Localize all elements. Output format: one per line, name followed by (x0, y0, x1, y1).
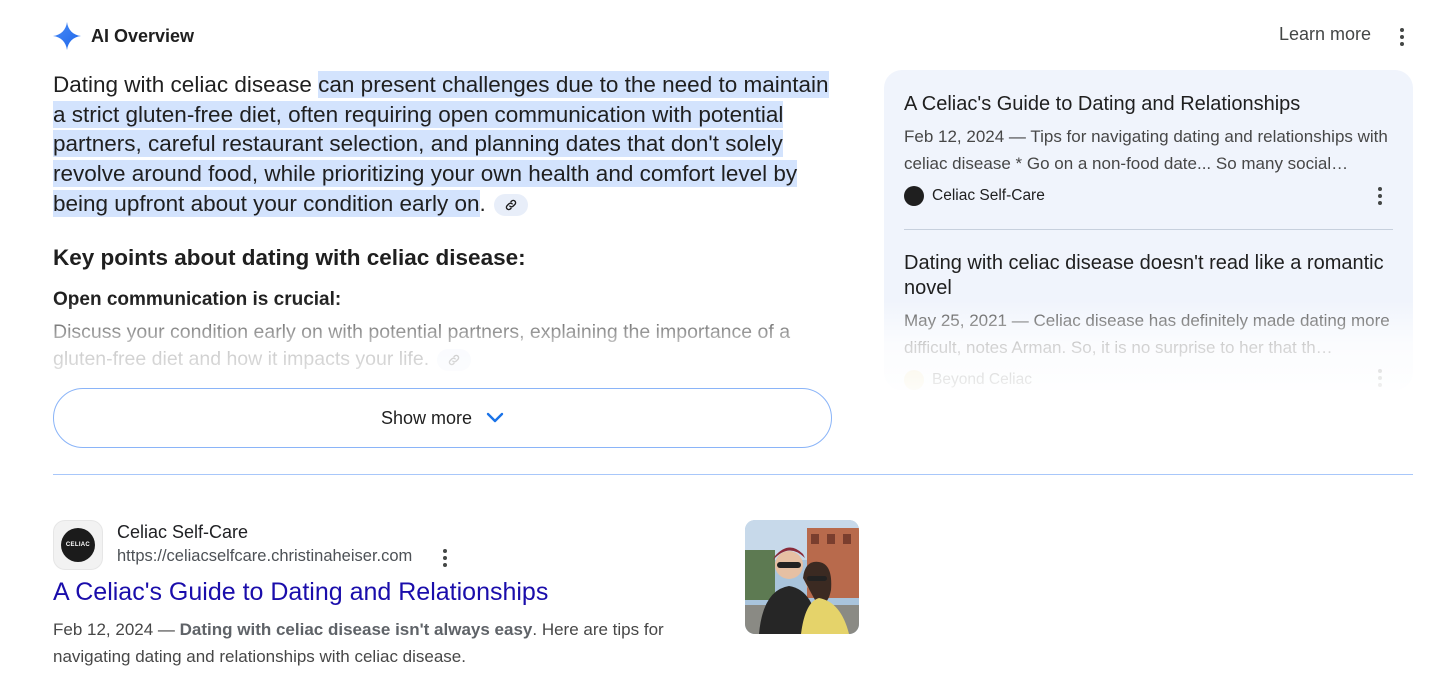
overview-end: . (479, 190, 486, 216)
overview-paragraph: Dating with celiac disease can present c… (53, 70, 843, 219)
source-card[interactable]: Dating with celiac disease doesn't read … (904, 251, 1393, 390)
result-thumbnail[interactable] (745, 520, 859, 634)
result-title-link[interactable]: A Celiac's Guide to Dating and Relations… (53, 578, 548, 607)
source-snippet: May 25, 2021 — Celiac disease has defini… (904, 311, 1390, 357)
citation-link-button[interactable] (437, 348, 472, 371)
site-favicon (904, 370, 924, 390)
source-site: Beyond Celiac (932, 371, 1032, 388)
show-more-label: Show more (380, 407, 473, 428)
result-url[interactable]: https://celiacselfcare.christinaheiser.c… (117, 547, 412, 566)
point-text-body: Discuss your condition early on with pot… (53, 321, 791, 370)
link-icon (505, 199, 517, 211)
point-title: Open communication is crucial: (53, 289, 342, 310)
result-dash: — (153, 620, 180, 639)
result-site-name[interactable]: Celiac Self-Care (117, 522, 248, 543)
sources-panel: A Celiac's Guide to Dating and Relations… (884, 70, 1413, 390)
key-points-heading: Key points about dating with celiac dise… (53, 245, 526, 270)
learn-more-link[interactable]: Learn more (1279, 24, 1371, 45)
section-divider (53, 474, 1413, 475)
more-vert-icon[interactable] (1394, 26, 1410, 48)
point-text: Discuss your condition early on with pot… (53, 319, 843, 373)
result-snippet-bold: Dating with celiac disease isn't always … (179, 620, 533, 639)
more-vert-icon[interactable] (1372, 186, 1388, 206)
gemini-sparkle-icon (53, 22, 81, 50)
more-vert-icon[interactable] (1372, 368, 1388, 388)
link-icon (448, 354, 460, 366)
source-snippet-text: Feb 12, 2024 — Tips for navigating datin… (904, 127, 1388, 173)
source-card[interactable]: A Celiac's Guide to Dating and Relations… (904, 92, 1393, 206)
overview-lead: Dating with celiac disease (53, 72, 312, 97)
source-divider (904, 229, 1393, 230)
source-meta: Beyond Celiac (904, 370, 1393, 390)
couple-photo (745, 520, 859, 634)
chevron-down-icon (486, 412, 504, 423)
result-snippet: Feb 12, 2024 — Dating with celiac diseas… (53, 616, 713, 670)
ai-overview-title: AI Overview (91, 25, 195, 46)
favicon-text: CELIAC (65, 542, 91, 548)
site-favicon (904, 186, 924, 206)
show-more-button[interactable]: Show more (53, 388, 832, 448)
ai-overview-header: AI Overview (53, 20, 194, 52)
result-date: Feb 12, 2024 (53, 620, 154, 639)
more-vert-icon[interactable] (437, 548, 453, 568)
source-title[interactable]: A Celiac's Guide to Dating and Relations… (904, 92, 1393, 117)
result-favicon[interactable]: CELIAC (53, 520, 103, 570)
source-snippet: Feb 12, 2024 — Tips for navigating datin… (904, 123, 1393, 177)
source-site: Celiac Self-Care (932, 187, 1045, 204)
celiac-logo-icon: CELIAC (61, 528, 95, 562)
citation-link-button[interactable] (493, 193, 528, 216)
source-meta: Celiac Self-Care (904, 186, 1393, 206)
source-title[interactable]: Dating with celiac disease doesn't read … (904, 251, 1393, 301)
